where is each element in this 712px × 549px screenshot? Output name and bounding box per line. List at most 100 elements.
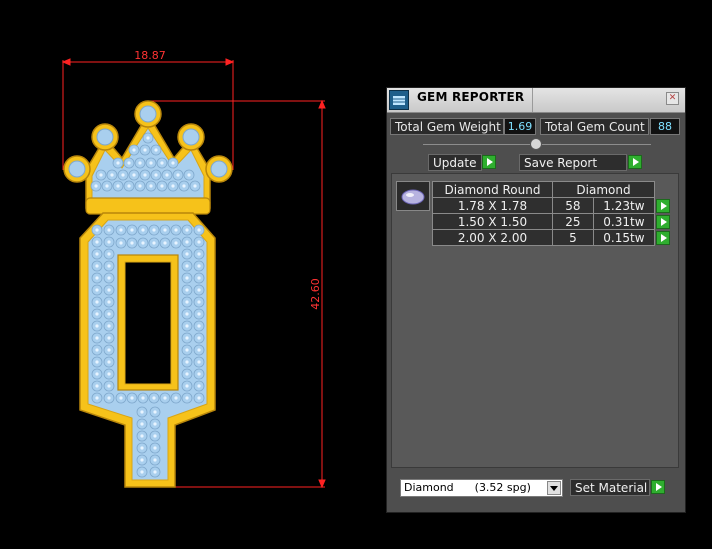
- gem-stone: [181, 380, 193, 392]
- gem-stone: [181, 356, 193, 368]
- row-weight: 0.15tw: [592, 229, 656, 246]
- total-gem-count-value: 88: [650, 118, 680, 135]
- gem-stone: [103, 320, 115, 332]
- gem-stone: [145, 180, 157, 192]
- gem-stone: [106, 169, 118, 181]
- gem-stone: [181, 260, 193, 272]
- gem-stone: [91, 272, 103, 284]
- gem-stone: [103, 344, 115, 356]
- gem-stone: [91, 344, 103, 356]
- gem-stone: [103, 248, 115, 260]
- update-go-icon[interactable]: [482, 155, 496, 169]
- gem-stone: [91, 248, 103, 260]
- set-material-button[interactable]: Set Material: [570, 479, 650, 496]
- gem-stone: [148, 224, 160, 236]
- row-go-icon[interactable]: [656, 198, 670, 213]
- gem-stone: [115, 224, 127, 236]
- gem-stone: [139, 169, 151, 181]
- gem-stone: [193, 272, 205, 284]
- gem-stone: [139, 144, 151, 156]
- total-gem-weight-value: 1.69: [504, 118, 536, 135]
- gem-stone: [193, 308, 205, 320]
- gem-stone: [103, 356, 115, 368]
- gem-stone: [193, 296, 205, 308]
- gem-stone: [181, 296, 193, 308]
- gem-stone: [137, 237, 149, 249]
- gem-stone: [137, 224, 149, 236]
- gem-stone: [91, 236, 103, 248]
- gem-stone: [193, 248, 205, 260]
- gem-stone: [136, 454, 148, 466]
- gem-stone: [159, 224, 171, 236]
- gem-stone: [181, 368, 193, 380]
- gem-stone: [103, 260, 115, 272]
- diamond-thumbnail-icon[interactable]: [396, 181, 430, 211]
- gem-stone: [123, 180, 135, 192]
- gem-stone: [91, 320, 103, 332]
- set-material-go-icon[interactable]: [651, 480, 665, 494]
- gem-stone: [170, 237, 182, 249]
- save-report-go-icon[interactable]: [628, 155, 642, 169]
- gem-stone: [101, 180, 113, 192]
- gem-stone: [128, 144, 140, 156]
- gem-stone: [167, 157, 179, 169]
- gem-stone: [103, 392, 115, 404]
- gem-stone: [161, 169, 173, 181]
- save-report-button[interactable]: Save Report: [519, 154, 627, 171]
- header-shape: Diamond Round: [432, 181, 553, 198]
- table-row[interactable]: 1.78 X 1.78 58 1.23tw: [432, 197, 673, 214]
- header-material: Diamond: [552, 181, 655, 198]
- gem-stone: [91, 368, 103, 380]
- gem-stone: [193, 368, 205, 380]
- gem-stone: [183, 169, 195, 181]
- gem-stone: [91, 296, 103, 308]
- gem-stone: [95, 169, 107, 181]
- row-size: 2.00 X 2.00: [432, 229, 553, 246]
- title-bar[interactable]: GEM REPORTER ✕: [387, 88, 685, 113]
- gem-stone: [149, 406, 161, 418]
- gem-stone: [149, 454, 161, 466]
- collapse-toggle-icon[interactable]: [530, 138, 542, 150]
- table-row[interactable]: 2.00 X 2.00 5 0.15tw: [432, 229, 673, 246]
- gem-stone: [91, 356, 103, 368]
- table-header-row: Diamond Round Diamond: [432, 181, 673, 198]
- gem-stone: [181, 308, 193, 320]
- update-button[interactable]: Update: [428, 154, 482, 171]
- gem-stone: [193, 236, 205, 248]
- gem-stone: [181, 392, 193, 404]
- gem-stone: [181, 236, 193, 248]
- gem-stone: [181, 284, 193, 296]
- gem-stone: [193, 284, 205, 296]
- gem-stone: [134, 180, 146, 192]
- gem-stone: [193, 224, 205, 236]
- gem-stone: [91, 284, 103, 296]
- gem-stone: [134, 157, 146, 169]
- gem-stone: [136, 466, 148, 478]
- close-icon[interactable]: ✕: [666, 92, 679, 105]
- gem-stone: [150, 144, 162, 156]
- crown-shape: [63, 100, 233, 215]
- chevron-down-icon[interactable]: [547, 481, 561, 495]
- table-row[interactable]: 1.50 X 1.50 25 0.31tw: [432, 213, 673, 230]
- gem-stone: [189, 180, 201, 192]
- material-select-value: Diamond (3.52 spg): [404, 481, 531, 494]
- material-select[interactable]: Diamond (3.52 spg): [400, 479, 563, 497]
- row-go-icon[interactable]: [656, 230, 670, 245]
- gem-stone: [136, 418, 148, 430]
- gem-stone: [150, 169, 162, 181]
- gem-stone: [156, 157, 168, 169]
- gem-stone: [149, 466, 161, 478]
- gem-stone: [91, 332, 103, 344]
- gem-stone: [193, 260, 205, 272]
- gem-stone: [91, 260, 103, 272]
- gem-stone: [159, 392, 171, 404]
- gem-stone: [170, 392, 182, 404]
- gem-stone: [170, 224, 182, 236]
- gem-stone: [149, 430, 161, 442]
- gem-reporter-panel: GEM REPORTER ✕ Total Gem Weight 1.69 Tot…: [386, 87, 686, 513]
- dimension-width-label: 18.87: [134, 49, 166, 62]
- gem-stone: [126, 392, 138, 404]
- gem-stone: [156, 180, 168, 192]
- cad-viewport[interactable]: 18.87 42.60: [0, 0, 380, 549]
- row-go-icon[interactable]: [656, 214, 670, 229]
